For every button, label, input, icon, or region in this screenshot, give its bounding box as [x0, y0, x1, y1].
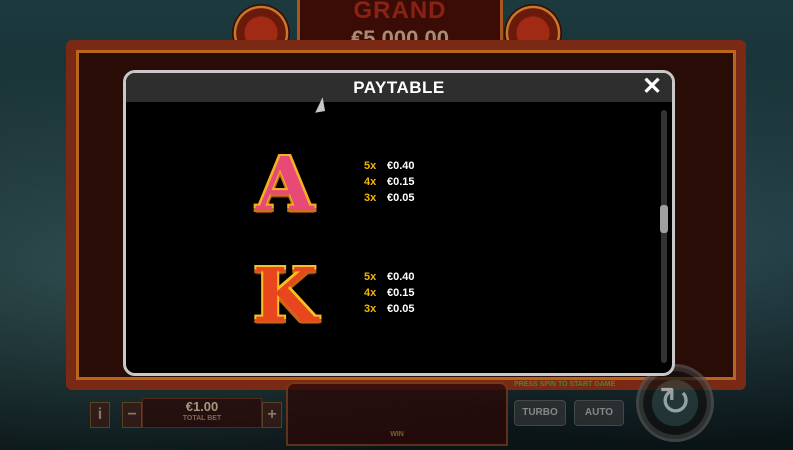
total-bet-label: TOTAL BET [182, 415, 222, 422]
auto-button[interactable]: AUTO [574, 400, 624, 426]
payout-line: 5x €0.40 [364, 269, 415, 285]
multiplier: 4x [364, 287, 377, 299]
payout-list: 5x €0.40 4x €0.15 3x €0.05 [364, 158, 415, 206]
payout-line: 3x €0.05 [364, 301, 415, 317]
payout-line: 4x €0.15 [364, 285, 415, 301]
start-game-hint: PRESS SPIN TO START GAME [514, 381, 616, 388]
scrollbar[interactable] [660, 110, 668, 363]
pointer-arrow-icon [300, 97, 326, 115]
modal-title: PAYTABLE [353, 78, 445, 97]
close-icon[interactable]: ✕ [640, 74, 664, 100]
paytable-row-k: K 5x €0.40 4x €0.15 3x €0.05 [126, 254, 646, 344]
total-bet-display: €1.00 TOTAL BET [142, 398, 262, 428]
win-panel: WIN [286, 382, 508, 446]
multiplier: 5x [364, 160, 377, 172]
payout-amount: €0.40 [387, 271, 415, 283]
modal-header: PAYTABLE ✕ [126, 73, 672, 102]
multiplier: 4x [364, 176, 377, 188]
total-bet-value: €1.00 [185, 399, 219, 414]
scrollbar-thumb[interactable] [660, 205, 668, 233]
multiplier: 3x [364, 303, 377, 315]
payout-amount: €0.05 [387, 192, 415, 204]
decrease-bet-button[interactable]: − [122, 402, 142, 428]
letter-a-symbol-icon: A [256, 142, 314, 228]
turbo-button[interactable]: TURBO [514, 400, 566, 426]
multiplier: 5x [364, 271, 377, 283]
payout-line: 5x €0.40 [364, 158, 415, 174]
payout-amount: €0.15 [387, 176, 415, 188]
payout-line: 4x €0.15 [364, 174, 415, 190]
payout-line: 3x €0.05 [364, 190, 415, 206]
payout-amount: €0.15 [387, 287, 415, 299]
paytable-modal: PAYTABLE ✕ A 5x €0.40 4x €0.15 3x €0.05 K 5… [123, 70, 675, 376]
letter-k-symbol-icon: K [252, 253, 318, 339]
multiplier: 3x [364, 192, 377, 204]
increase-bet-button[interactable]: + [262, 402, 282, 428]
win-label: WIN [390, 431, 404, 438]
info-button[interactable]: i [90, 402, 110, 428]
payout-amount: €0.40 [387, 160, 415, 172]
payout-list: 5x €0.40 4x €0.15 3x €0.05 [364, 269, 415, 317]
jackpot-label: GRAND [353, 0, 447, 24]
paytable-row-a: A 5x €0.40 4x €0.15 3x €0.05 [126, 143, 646, 233]
payout-amount: €0.05 [387, 303, 415, 315]
